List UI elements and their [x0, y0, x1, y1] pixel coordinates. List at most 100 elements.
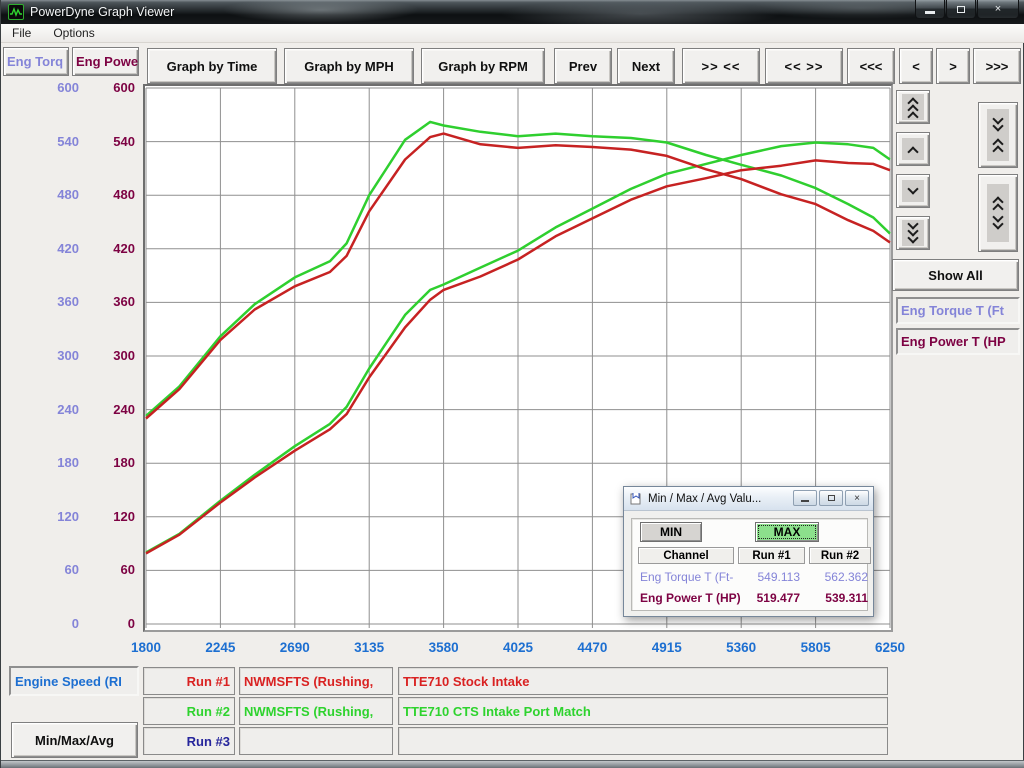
- graph-by-time-button[interactable]: Graph by Time: [147, 48, 277, 84]
- restore-icon: [828, 495, 835, 501]
- minmax-dialog-title-bar[interactable]: Min / Max / Avg Valu... ×: [624, 487, 873, 511]
- power-y-tick-label: 0: [85, 616, 135, 632]
- run2-label-box[interactable]: Run #2: [143, 697, 235, 725]
- x-axis-channel-box[interactable]: Engine Speed (RI: [9, 666, 139, 696]
- torque-y-tick-label: 420: [29, 241, 79, 257]
- zoom-x-in-button[interactable]: >> <<: [682, 48, 760, 84]
- y-zoom-out-button[interactable]: [978, 174, 1018, 252]
- power-y-tick-label: 60: [85, 562, 135, 578]
- minmax-dialog-title: Min / Max / Avg Valu...: [648, 493, 761, 505]
- rpm-x-tick-label: 4470: [560, 640, 624, 656]
- y-scroll-up-fast-button[interactable]: [896, 90, 930, 124]
- power-y-tick-label: 600: [85, 80, 135, 96]
- rpm-x-tick-label: 6250: [858, 640, 922, 656]
- torque-max-run2: 562.362: [812, 570, 868, 585]
- power-row-channel: Eng Power T (HP): [640, 591, 748, 606]
- power-max-run1: 519.477: [742, 591, 800, 606]
- restore-button[interactable]: [946, 0, 976, 19]
- torque-channel-label[interactable]: Eng Torque T (Ft: [896, 297, 1020, 324]
- dialog-restore-button[interactable]: [819, 490, 843, 506]
- torque-y-tick-label: 180: [29, 455, 79, 471]
- torque-y-tick-label: 600: [29, 80, 79, 96]
- graph-by-rpm-button[interactable]: Graph by RPM: [421, 48, 545, 84]
- next-button[interactable]: Next: [617, 48, 675, 84]
- run1-description-box[interactable]: TTE710 Stock Intake: [398, 667, 888, 695]
- show-all-button[interactable]: Show All: [892, 259, 1019, 291]
- rpm-x-tick-label: 4025: [486, 640, 550, 656]
- window-bottom-border: [1, 760, 1024, 768]
- rpm-x-tick-label: 5805: [784, 640, 848, 656]
- zoom-x-out-button[interactable]: << >>: [765, 48, 843, 84]
- triple-chevron-down-icon: [902, 220, 924, 246]
- run3-operator-box[interactable]: [239, 727, 393, 755]
- y-scroll-down-button[interactable]: [896, 174, 930, 208]
- scroll-left-button[interactable]: <: [899, 48, 933, 84]
- y-scroll-down-fast-button[interactable]: [896, 216, 930, 250]
- minmaxavg-button[interactable]: Min/Max/Avg: [11, 722, 138, 758]
- scroll-right-button[interactable]: >: [936, 48, 970, 84]
- chevron-converge-icon: [987, 109, 1009, 161]
- restore-icon: [957, 6, 965, 13]
- torque-y-tick-label: 540: [29, 134, 79, 150]
- close-icon: ×: [854, 493, 860, 504]
- scroll-far-left-button[interactable]: <<<: [847, 48, 895, 84]
- torque-row-channel: Eng Torque T (Ft-: [640, 570, 748, 585]
- channel-button-eng-torque[interactable]: Eng Torq: [3, 47, 69, 76]
- column-header-run2[interactable]: Run #2: [809, 547, 871, 564]
- power-channel-label[interactable]: Eng Power T (HP: [896, 328, 1020, 355]
- scroll-far-right-button[interactable]: >>>: [973, 48, 1021, 84]
- column-header-run1[interactable]: Run #1: [738, 547, 805, 564]
- rpm-x-tick-label: 2690: [263, 640, 327, 656]
- run2-description-box[interactable]: TTE710 CTS Intake Port Match: [398, 697, 888, 725]
- rpm-x-tick-label: 3580: [412, 640, 476, 656]
- power-y-tick-label: 240: [85, 402, 135, 418]
- run1-label-box[interactable]: Run #1: [143, 667, 235, 695]
- minimize-icon: [925, 11, 935, 14]
- power-y-tick-label: 360: [85, 294, 135, 310]
- rpm-x-tick-label: 3135: [337, 640, 401, 656]
- run1-operator-box[interactable]: NWMSFTS (Rushing,: [239, 667, 393, 695]
- run3-label-box[interactable]: Run #3: [143, 727, 235, 755]
- chevron-down-icon: [902, 180, 924, 202]
- y-scroll-up-button[interactable]: [896, 132, 930, 166]
- menu-file[interactable]: File: [1, 24, 42, 42]
- dialog-close-button[interactable]: ×: [845, 490, 869, 506]
- power-y-tick-label: 120: [85, 509, 135, 525]
- channel-button-eng-power[interactable]: Eng Power: [72, 47, 139, 76]
- minmax-dialog[interactable]: Min / Max / Avg Valu... × MIN MAX Channe…: [623, 486, 874, 617]
- window-title: PowerDyne Graph Viewer: [30, 5, 174, 19]
- close-button[interactable]: ×: [977, 0, 1019, 19]
- power-max-run2: 539.311: [812, 591, 868, 606]
- minimize-icon: [801, 500, 809, 502]
- power-y-tick-label: 300: [85, 348, 135, 364]
- power-y-tick-label: 180: [85, 455, 135, 471]
- power-y-tick-label: 480: [85, 187, 135, 203]
- torque-y-tick-label: 300: [29, 348, 79, 364]
- torque-y-tick-label: 60: [29, 562, 79, 578]
- torque-y-tick-label: 480: [29, 187, 79, 203]
- max-toggle-button[interactable]: MAX: [755, 522, 819, 542]
- chevron-up-icon: [902, 138, 924, 160]
- y-zoom-in-button[interactable]: [978, 102, 1018, 168]
- close-icon: ×: [995, 3, 1001, 15]
- column-header-channel[interactable]: Channel: [638, 547, 734, 564]
- graph-by-mph-button[interactable]: Graph by MPH: [284, 48, 414, 84]
- minimize-button[interactable]: [915, 0, 945, 19]
- run3-description-box[interactable]: [398, 727, 888, 755]
- menu-bar: File Options: [1, 24, 1024, 43]
- chevron-diverge-icon: [987, 184, 1009, 242]
- torque-y-tick-label: 0: [29, 616, 79, 632]
- power-y-tick-label: 540: [85, 134, 135, 150]
- torque-y-tick-label: 120: [29, 509, 79, 525]
- menu-options[interactable]: Options: [42, 24, 105, 42]
- dialog-icon: [630, 492, 643, 505]
- title-bar: PowerDyne Graph Viewer ×: [1, 0, 1024, 24]
- torque-y-tick-label: 360: [29, 294, 79, 310]
- dialog-minimize-button[interactable]: [793, 490, 817, 506]
- run2-operator-box[interactable]: NWMSFTS (Rushing,: [239, 697, 393, 725]
- torque-y-tick-label: 240: [29, 402, 79, 418]
- triple-chevron-up-icon: [902, 94, 924, 120]
- min-toggle-button[interactable]: MIN: [640, 522, 702, 542]
- prev-button[interactable]: Prev: [554, 48, 612, 84]
- power-y-tick-label: 420: [85, 241, 135, 257]
